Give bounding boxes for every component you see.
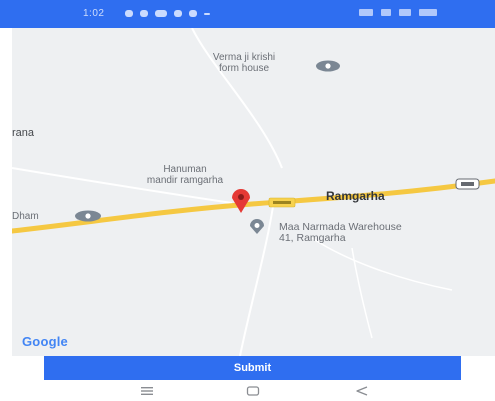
- notification-icon: [204, 13, 210, 15]
- location-marker-icon[interactable]: [230, 188, 252, 214]
- notification-icon: [125, 10, 133, 17]
- notification-icons: [125, 10, 210, 17]
- network-icon: [381, 9, 391, 16]
- submit-button[interactable]: Submit: [44, 356, 461, 380]
- warehouse-label: Maa Narmada Warehouse 41, Ramgarha: [279, 221, 402, 244]
- notification-icon: [155, 10, 167, 17]
- battery-icon: [419, 9, 437, 16]
- poi-pin-icon[interactable]: [248, 219, 266, 235]
- status-bar: 1:02: [0, 0, 495, 28]
- menu-icon[interactable]: [140, 386, 154, 396]
- signal-icon: [359, 9, 373, 16]
- notification-icon: [140, 10, 148, 17]
- notification-icon: [189, 10, 197, 17]
- poi-pin-icon[interactable]: [74, 210, 102, 222]
- farm-house-label: Verma ji krishi form house: [212, 52, 276, 74]
- place-label-left: rana: [12, 127, 35, 139]
- notification-icon: [174, 10, 182, 17]
- map-view[interactable]: Verma ji krishi form house rana Hanuman …: [12, 28, 495, 356]
- status-time: 1:02: [83, 8, 105, 19]
- wifi-icon: [399, 9, 411, 16]
- system-indicators: [359, 9, 437, 16]
- google-logo: Google: [22, 334, 68, 349]
- back-icon[interactable]: [355, 386, 369, 396]
- ramgarha-label: Ramgarha: [326, 189, 385, 203]
- poi-pin-icon[interactable]: [315, 60, 341, 72]
- navigation-bar: [0, 382, 495, 401]
- hanuman-mandir-label: Hanuman mandir ramgarha: [146, 164, 224, 186]
- map-roads: [12, 28, 495, 356]
- dham-label: Dham: [12, 211, 39, 222]
- home-icon[interactable]: [246, 386, 260, 396]
